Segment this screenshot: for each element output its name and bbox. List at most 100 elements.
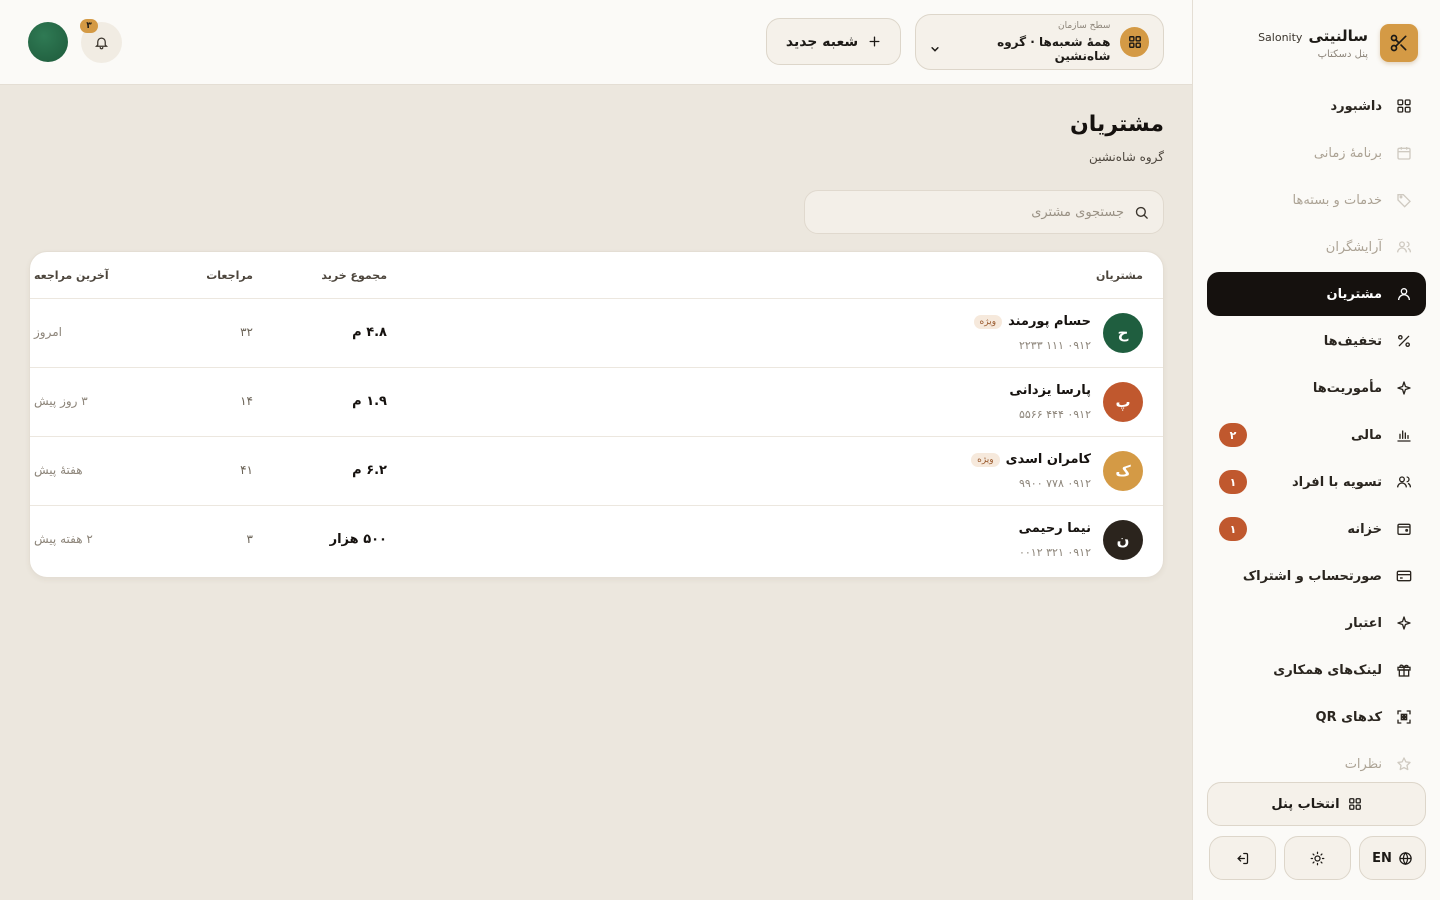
table-row[interactable]: ح حسام پورمند ویژه ۰۹۱۲ ۱۱۱ ۲۲۳۳ ۴.۸ م ۳۲ امرو… [30, 299, 1163, 368]
sidebar-item-2[interactable]: خدمات و بسته‌ها [1207, 178, 1426, 222]
brand[interactable]: سالنیتی Salonity پنل دسکتاپ [1209, 22, 1418, 64]
customer-name[interactable]: نیما رحیمی [1019, 521, 1091, 536]
table-row[interactable]: ن نیما رحیمی ۰۹۱۲ ۳۲۱ ۰۰۱۲ ۵۰۰ هزار ۳ ۲ هفته … [30, 506, 1163, 575]
grid-icon [1120, 27, 1149, 57]
org-scope-label: سطح سازمان [1058, 21, 1111, 31]
new-branch-button[interactable]: شعبه جدید [766, 18, 901, 65]
sidebar: سالنیتی Salonity پنل دسکتاپ داشبورد برنام… [1192, 0, 1440, 900]
card-icon [1396, 568, 1412, 584]
tag-icon [1396, 192, 1412, 208]
sidebar-item-label: تخفیف‌ها [1323, 333, 1382, 349]
topbar: سطح سازمان همهٔ شعبه‌ها · گروه شاه‌نشین … [0, 0, 1192, 85]
sidebar-item-3[interactable]: آرایشگران [1207, 225, 1426, 269]
customer-phone: ۰۹۱۲ ۴۴۴ ۵۵۶۶ [1018, 408, 1091, 421]
sidebar-item-badge: ۲ [1219, 423, 1247, 447]
sidebar-item-label: نظرات [1344, 756, 1382, 772]
sidebar-item-12[interactable]: لینک‌های همکاری [1207, 648, 1426, 692]
table-row[interactable]: ک کامران اسدی ویژه ۰۹۱۲ ۷۷۸ ۹۹۰۰ ۶.۲ م ۴۱ هفته… [30, 437, 1163, 506]
customer-visits: ۴۱ [240, 463, 253, 477]
sidebar-item-4[interactable]: مشتریان [1207, 272, 1426, 316]
qr-icon [1396, 709, 1412, 725]
sidebar-item-14[interactable]: نظرات [1207, 742, 1426, 786]
sidebar-item-label: صورتحساب و اشتراک [1242, 568, 1382, 584]
select-panel-label: انتخاب پنل [1271, 796, 1340, 812]
logout-button[interactable] [1209, 836, 1276, 880]
scissors-icon [1380, 24, 1418, 62]
customer-phone: ۰۹۱۲ ۳۲۱ ۰۰۱۲ [1018, 546, 1091, 559]
brand-latin: Salonity [1258, 30, 1303, 44]
customer-avatar: پ [1103, 382, 1143, 422]
org-scope-value: همهٔ شعبه‌ها · گروه شاه‌نشین [997, 35, 1111, 63]
column-header-customer[interactable]: مشتریان [1096, 269, 1143, 282]
column-header-last-visit[interactable]: آخرین مراجعه [34, 269, 159, 282]
sidebar-item-11[interactable]: اعتبار [1207, 601, 1426, 645]
gift-icon [1396, 662, 1412, 678]
language-button[interactable]: EN [1359, 836, 1426, 880]
new-branch-label: شعبه جدید [785, 33, 859, 50]
customer-total: ۱.۹ م [352, 394, 387, 409]
plus-icon [868, 35, 881, 48]
percent-icon [1396, 333, 1412, 349]
search-input[interactable] [819, 204, 1124, 220]
customer-last-visit: هفتهٔ پیش [34, 463, 83, 477]
sidebar-item-label: مالی [1351, 427, 1382, 443]
column-header-total[interactable]: مجموع خرید [321, 269, 387, 282]
sidebar-item-label: اعتبار [1345, 615, 1382, 631]
table-body: ح حسام پورمند ویژه ۰۹۱۲ ۱۱۱ ۲۲۳۳ ۴.۸ م ۳۲ امرو… [30, 299, 1163, 575]
grid-icon [1396, 98, 1412, 114]
sidebar-item-7[interactable]: مالی ۲ [1207, 413, 1426, 457]
sidebar-item-label: آرایشگران [1325, 239, 1382, 255]
globe-icon [1398, 851, 1413, 866]
sidebar-item-label: مأموریت‌ها [1312, 380, 1382, 396]
sidebar-item-8[interactable]: تسویه با افراد ۱ [1207, 460, 1426, 504]
customer-avatar: ح [1103, 313, 1143, 353]
notifications-button[interactable]: ۳ [80, 19, 122, 63]
chevron-down-icon [930, 44, 940, 54]
theme-toggle-button[interactable] [1284, 836, 1351, 880]
sidebar-item-6[interactable]: مأموریت‌ها [1207, 366, 1426, 410]
user-avatar[interactable] [28, 22, 68, 62]
customers-table: مشتریان مجموع خرید مراجعات آخرین مراجعه … [29, 251, 1164, 578]
org-scope-selector[interactable]: سطح سازمان همهٔ شعبه‌ها · گروه شاه‌نشین [915, 14, 1164, 70]
language-label: EN [1372, 850, 1392, 866]
sidebar-item-label: خزانه [1347, 521, 1382, 537]
sidebar-item-label: داشبورد [1330, 98, 1382, 114]
sidebar-item-label: لینک‌های همکاری [1273, 662, 1382, 678]
sidebar-item-5[interactable]: تخفیف‌ها [1207, 319, 1426, 363]
customer-last-visit: ۲ هفته پیش [34, 532, 93, 546]
vip-badge: ویژه [971, 452, 1000, 467]
customer-last-visit: امروز [34, 325, 62, 339]
customer-avatar: ن [1103, 520, 1143, 560]
star-icon [1396, 756, 1412, 772]
customer-visits: ۳ [246, 532, 253, 546]
sidebar-footer: انتخاب پنل EN [1207, 782, 1426, 880]
brand-subtitle: پنل دسکتاپ [1317, 48, 1368, 60]
brand-name: سالنیتی [1308, 26, 1368, 45]
sidebar-item-label: کدهای QR [1315, 709, 1382, 725]
customer-phone: ۰۹۱۲ ۱۱۱ ۲۲۳۳ [1018, 339, 1091, 352]
sidebar-item-13[interactable]: کدهای QR [1207, 695, 1426, 739]
sidebar-item-label: مشتریان [1326, 286, 1382, 302]
customer-name[interactable]: پارسا یزدانی [1009, 383, 1091, 398]
table-row[interactable]: پ پارسا یزدانی ۰۹۱۲ ۴۴۴ ۵۵۶۶ ۱.۹ م ۱۴ ۳ روز پ… [30, 368, 1163, 437]
sidebar-item-label: خدمات و بسته‌ها [1292, 192, 1383, 208]
sidebar-item-10[interactable]: صورتحساب و اشتراک [1207, 554, 1426, 598]
sidebar-item-0[interactable]: داشبورد [1207, 84, 1426, 128]
page-subtitle: گروه شاه‌نشین [1088, 150, 1164, 164]
select-panel-button[interactable]: انتخاب پنل [1207, 782, 1426, 826]
sidebar-item-9[interactable]: خزانه ۱ [1207, 507, 1426, 551]
customer-name[interactable]: حسام پورمند [1008, 314, 1091, 329]
customer-search[interactable] [804, 190, 1164, 234]
sidebar-item-1[interactable]: برنامهٔ زمانی [1207, 131, 1426, 175]
bar-chart-icon [1396, 427, 1412, 443]
sidebar-item-label: برنامهٔ زمانی [1313, 145, 1382, 161]
page-title: مشتریان [1070, 112, 1164, 137]
customer-name[interactable]: کامران اسدی [1006, 452, 1091, 467]
column-header-visits[interactable]: مراجعات [206, 269, 253, 282]
grid-icon [1348, 797, 1362, 811]
customer-total: ۴.۸ م [352, 325, 387, 340]
user-icon [1396, 286, 1412, 302]
calendar-icon [1396, 145, 1412, 161]
vip-badge: ویژه [973, 314, 1003, 329]
sidebar-nav: داشبورد برنامهٔ زمانی خدمات و بسته‌ها آرایش… [1207, 84, 1426, 789]
